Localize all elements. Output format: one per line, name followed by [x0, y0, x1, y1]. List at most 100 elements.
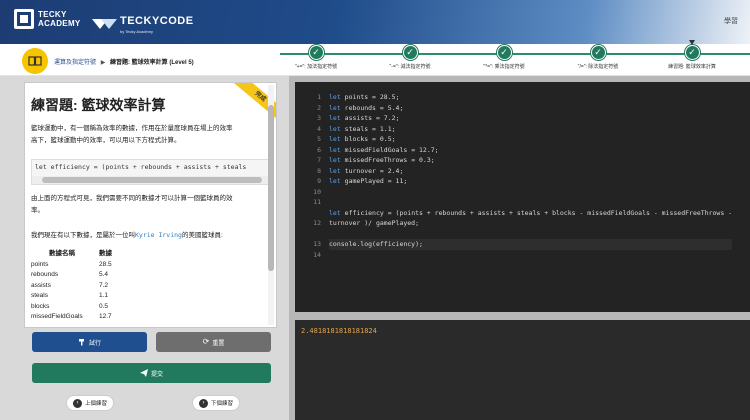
table-row: missedFieldGoals 12.7 [31, 312, 112, 323]
breadcrumb: 運算及指定符號 ▶ 練習題: 籃球效率計算 (Level 5) [54, 57, 194, 66]
line-number: 1 [317, 93, 321, 101]
table-cell-value: 1.1 [99, 292, 109, 299]
line-number: 9 [317, 177, 321, 185]
line-number: 4 [317, 124, 321, 133]
brand1-line1: TECKY [38, 10, 67, 19]
check-icon: ✓ [590, 45, 606, 60]
breadcrumb-first[interactable]: 運算及指定符號 [54, 60, 96, 66]
player-text-prefix: 我們現在有以下數據，是屬於一位叫 [31, 232, 135, 239]
horizontal-scrollbar[interactable] [32, 176, 268, 184]
code-keyword: let [329, 156, 341, 164]
progress-step-label: "-=": 減法指定符號 [389, 64, 431, 70]
player-paragraph: 我們現在有以下數據，是屬於一位叫Kyrie Irving的美國籃球員: [31, 229, 267, 242]
table-cell-name: points [31, 260, 49, 268]
code-keyword: let [329, 145, 341, 154]
line-number [295, 229, 321, 240]
code-keyword: let [329, 208, 341, 217]
code-line: let steals = 1.1; [329, 124, 732, 135]
line-number: 13 [313, 240, 321, 248]
check-icon: ✓ [684, 45, 700, 60]
next-exercise-button[interactable]: › 下個練習 [192, 395, 240, 411]
tecky-academy-logo[interactable]: TECKY ACADEMY [14, 9, 81, 29]
submit-button[interactable]: 提交 [32, 363, 271, 383]
code-keyword: let [329, 93, 341, 101]
code-text: efficiency = (points + rebounds + assist… [340, 208, 733, 217]
code-text: missedFreeThrows = 0.3; [340, 156, 435, 164]
try-button-label: 試行 [88, 340, 101, 347]
table-header-row: 數據名稱 數據 [31, 249, 112, 260]
send-icon [139, 369, 148, 377]
vertical-scrollbar[interactable] [268, 85, 274, 325]
table-row: points 28.5 [31, 260, 112, 271]
line-number [295, 208, 321, 219]
table-row: assists 7.2 [31, 281, 112, 292]
progress-step-3[interactable]: ✓ "*=": 乘法指定符號 [464, 45, 544, 70]
code-line: let blocks = 0.5; [329, 134, 732, 145]
code-text: rebounds = 5.4; [340, 103, 404, 112]
code-line: let missedFieldGoals = 12.7; [329, 145, 732, 156]
code-line: turnover )/ gamePlayed; [329, 218, 732, 229]
table-row: rebounds 5.4 [31, 270, 112, 281]
refresh-icon: ⟳ [202, 337, 210, 346]
teckycode-logo-icon [92, 16, 117, 30]
progress-step-label: 練習題: 籃球效率計算 [668, 64, 716, 70]
code-line: let points = 28.5; [329, 92, 732, 103]
progress-step-2[interactable]: ✓ "-=": 減法指定符號 [370, 45, 450, 70]
exercise-panel: 完成 練習題: 籃球效率計算 籃球運動中，有一個稱為效率的數據，作用在於量度球員… [24, 82, 277, 328]
horizontal-scroll-thumb[interactable] [42, 177, 262, 183]
current-marker-icon [689, 40, 695, 45]
prev-button-label: 上個練習 [84, 401, 107, 407]
table-cell-value: 12.7 [99, 313, 112, 320]
code-editor[interactable]: 1 2 3 4 5 6 7 8 9 10 11 12 13 14 let poi… [295, 82, 750, 312]
progress-step-label: "/=": 除法指定符號 [577, 64, 619, 70]
line-number: 5 [317, 135, 321, 143]
line-number: 8 [317, 166, 321, 175]
code-text: console.log(efficiency); [329, 240, 423, 248]
explanation-paragraph: 由上面的方程式可見，我們需要不同的數據才可以計算一個籃球員的效 率。 [31, 193, 267, 217]
teckycode-logo[interactable]: TECKYCODE by Tecky Academy [92, 11, 194, 34]
player-text-suffix: 的美國籃球員: [181, 232, 223, 239]
code-line: let turnover = 2.4; [329, 166, 732, 177]
intro-line-2: 高下，籃球運動中的效率，可以用以下方程式計算。 [31, 137, 181, 144]
line-number: 7 [317, 156, 321, 164]
line-number: 3 [317, 114, 321, 122]
vertical-scroll-thumb[interactable] [268, 105, 274, 271]
explanation-line-1: 由上面的方程式可見，我們需要不同的數據才可以計算一個籃球員的效 [31, 195, 233, 202]
line-number: 6 [317, 145, 321, 154]
table-row: steals 1.1 [31, 291, 112, 302]
progress-step-4[interactable]: ✓ "/=": 除法指定符號 [558, 45, 638, 70]
try-button[interactable]: 試行 [32, 332, 147, 352]
output-result: 2.4818181818181824 [301, 327, 377, 335]
table-cell-value: 5.4 [99, 271, 109, 278]
table-cell-name: rebounds [31, 271, 59, 278]
intro-paragraph: 籃球運動中，有一個稱為效率的數據，作用在於量度球員在場上的效率 高下，籃球運動中… [31, 123, 267, 147]
code-keyword: let [329, 177, 341, 185]
reset-button[interactable]: ⟳ 重置 [156, 332, 271, 352]
table-header-name: 數據名稱 [49, 250, 75, 257]
player-name: Kyrie Irving [135, 231, 182, 239]
progress-step-5[interactable]: ✓ 練習題: 籃球效率計算 [652, 40, 732, 70]
table-cell-name: missedFieldGoals [31, 313, 83, 320]
arrow-right-icon: › [198, 398, 208, 408]
tecky-logo-icon [14, 9, 34, 29]
progress-step-1[interactable]: ✓ "+=": 加法指定符號 [276, 45, 356, 70]
code-text: gamePlayed = 11; [340, 177, 408, 185]
reset-button-label: 重置 [212, 340, 225, 347]
top-header: TECKY ACADEMY TECKYCODE by Tecky Academy… [0, 0, 750, 44]
book-badge[interactable] [22, 48, 48, 74]
code-line: let gamePlayed = 11; [329, 176, 732, 187]
arrow-left-icon: ‹ [72, 398, 82, 408]
code-text: missedFieldGoals = 12.7; [340, 145, 439, 154]
nav-learn-link[interactable]: 學習 [724, 16, 738, 26]
line-number: 12 [313, 219, 321, 227]
stats-table: 數據名稱 數據 points 28.5 rebounds 5.4 assists… [31, 249, 112, 323]
progress-step-label: "*=": 乘法指定符號 [483, 64, 525, 70]
line-number: 11 [313, 198, 321, 206]
formula-code-block[interactable]: let efficiency = (points + rebounds + as… [31, 159, 269, 185]
prev-exercise-button[interactable]: ‹ 上個練習 [66, 395, 114, 411]
code-lines[interactable]: let points = 28.5; let rebounds = 5.4; l… [329, 92, 733, 250]
table-row: blocks 0.5 [31, 302, 112, 313]
submit-button-label: 提交 [150, 371, 163, 378]
